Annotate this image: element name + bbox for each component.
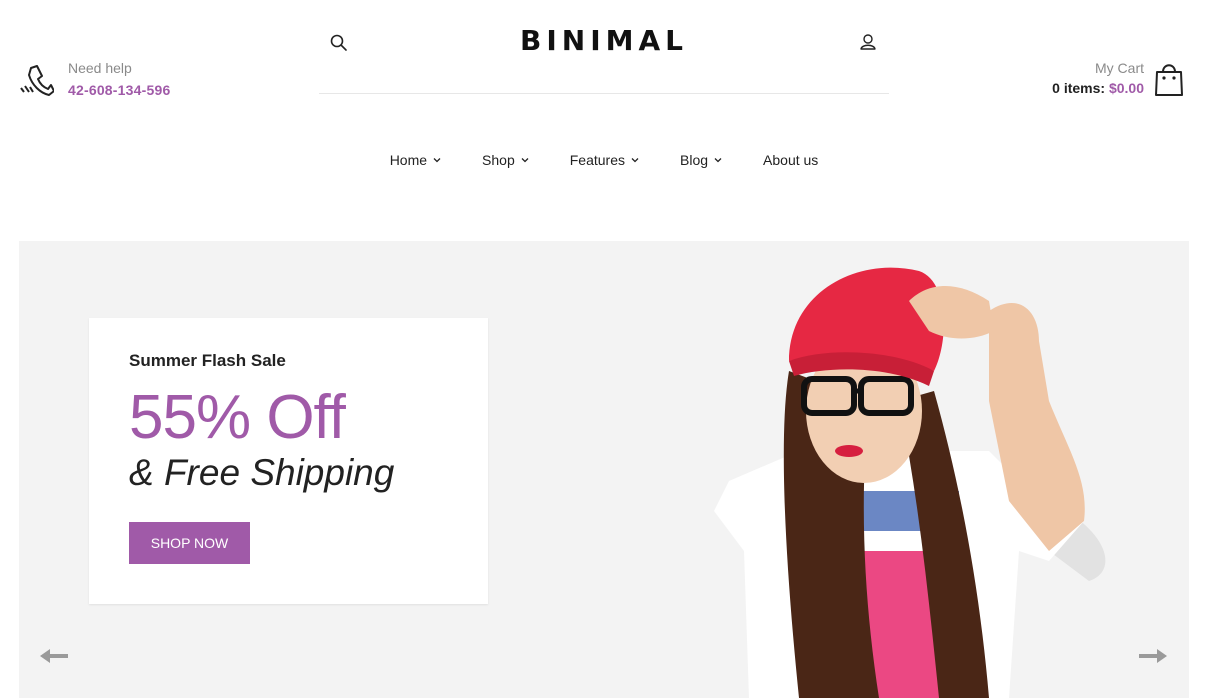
arrow-left-icon[interactable] <box>38 644 70 668</box>
hero-slider: Summer Flash Sale 55% Off & Free Shippin… <box>19 241 1189 698</box>
nav-item-about[interactable]: About us <box>763 152 818 168</box>
hero-model-image <box>714 267 1106 698</box>
cart-items-count: 0 items: <box>1052 80 1106 96</box>
nav-item-blog[interactable]: Blog <box>680 152 723 168</box>
promo-kicker: Summer Flash Sale <box>129 351 286 370</box>
chevron-down-icon <box>631 158 639 163</box>
help-contact: Need help 42-608-134-596 <box>18 60 170 100</box>
promo-subheadline: & Free Shipping <box>129 452 395 493</box>
nav-item-label: About us <box>763 152 819 168</box>
need-help-label: Need help <box>68 60 132 76</box>
promo-card: Summer Flash Sale 55% Off & Free Shippin… <box>89 318 488 604</box>
site-logo[interactable]: BINIMAL <box>0 24 1208 57</box>
cart-summary: 0 items: $0.00 <box>1052 80 1144 96</box>
arrow-right-icon[interactable] <box>1137 644 1169 668</box>
chevron-down-icon <box>521 158 529 163</box>
nav-item-shop[interactable]: Shop <box>482 152 530 168</box>
nav-item-label: Shop <box>482 152 515 168</box>
cart-widget[interactable]: My Cart 0 items: $0.00 <box>1052 60 1184 98</box>
my-cart-label: My Cart <box>1095 60 1144 76</box>
nav-item-home[interactable]: Home <box>390 152 442 168</box>
shop-now-button[interactable]: SHOP NOW <box>129 522 250 564</box>
shopping-bag-icon[interactable] <box>1154 61 1184 97</box>
nav-item-label: Features <box>569 152 625 168</box>
user-icon[interactable] <box>858 32 878 52</box>
nav-item-label: Home <box>389 152 428 168</box>
main-nav: Home Shop Features Blog About us <box>0 152 1208 168</box>
chevron-down-icon <box>433 158 441 163</box>
phone-number[interactable]: 42-608-134-596 <box>68 82 170 98</box>
chevron-down-icon <box>714 158 722 163</box>
header-divider <box>319 93 889 94</box>
nav-item-features[interactable]: Features <box>570 152 640 168</box>
phone-icon <box>20 65 54 96</box>
nav-item-label: Blog <box>680 152 709 168</box>
cart-amount: $0.00 <box>1108 80 1144 96</box>
promo-headline: 55% Off <box>129 383 346 452</box>
